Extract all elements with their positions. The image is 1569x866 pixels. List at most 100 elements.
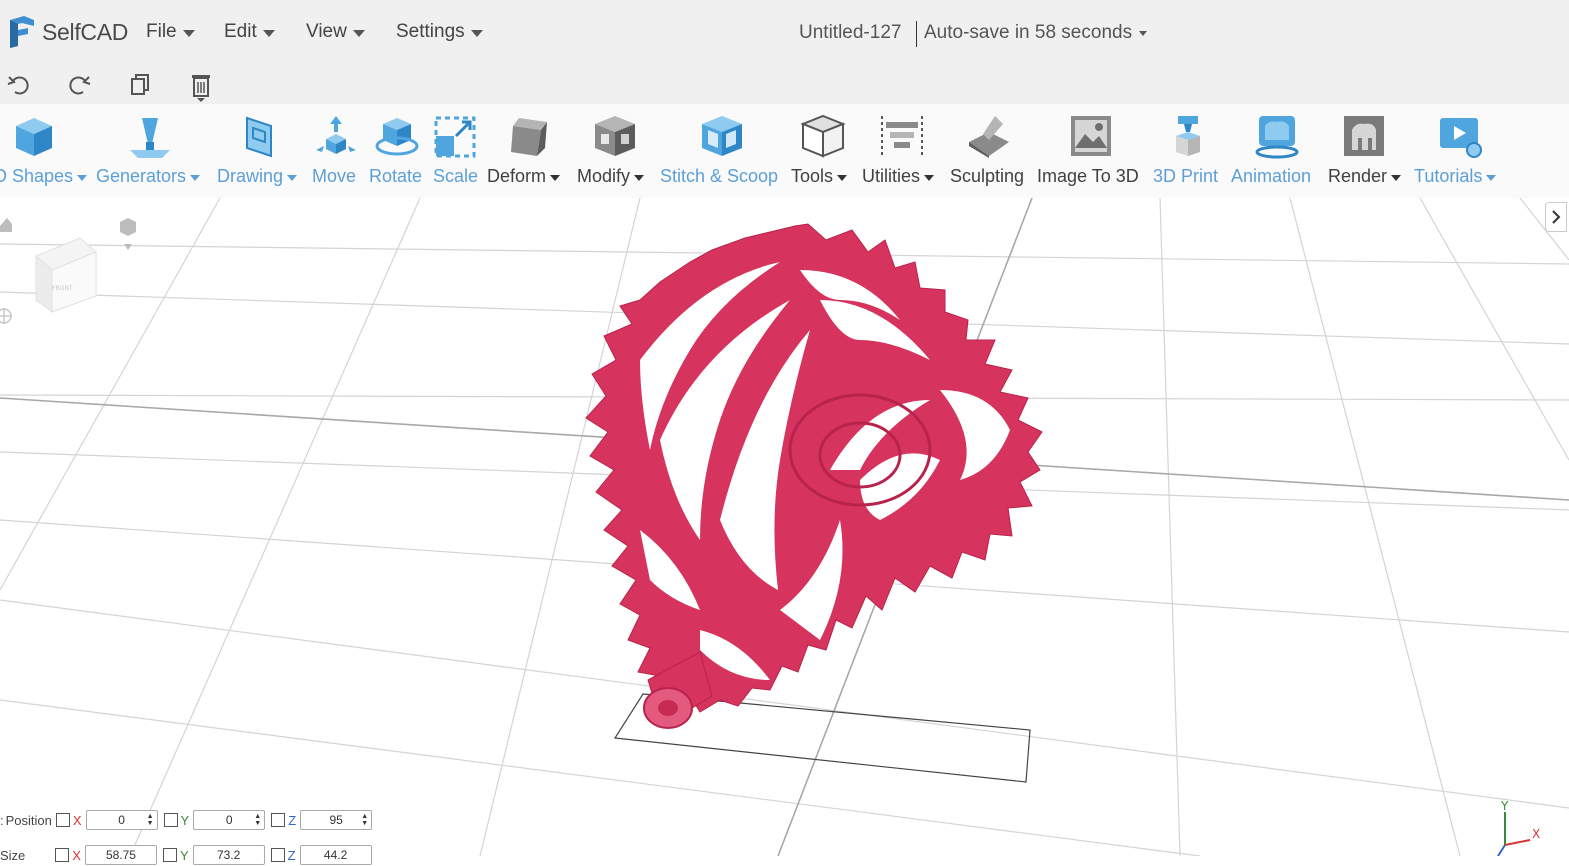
tool-stitch-scoop-label: Stitch & Scoop	[660, 166, 779, 186]
tool-tools-label: Tools	[791, 166, 834, 186]
menu-settings[interactable]: Settings	[396, 21, 483, 43]
size-x-input[interactable]: 58.75	[84, 845, 157, 865]
size-z-axis-label: Z	[287, 847, 296, 863]
3d-viewport[interactable]: FRONT Y X	[0, 198, 1569, 856]
tools-icon	[800, 114, 846, 158]
deform-icon	[511, 118, 547, 156]
axis-gizmo: Y X	[1497, 799, 1540, 856]
menu-file[interactable]: File	[146, 21, 195, 43]
tool-modify-label: Modify	[577, 166, 631, 186]
size-row: Size X 58.75 Y 73.2 Z 44.2	[0, 844, 378, 866]
app-name: SelfCAD	[42, 18, 129, 45]
caret-down-icon	[837, 174, 848, 181]
tool-deform-label: Deform	[487, 166, 547, 186]
size-z-value: 44.2	[323, 848, 348, 862]
position-x-input[interactable]: 0 ▲ ▼	[85, 810, 158, 830]
quick-actions-bar	[0, 64, 1569, 104]
tool-sculpting[interactable]: Sculpting	[950, 104, 1028, 198]
lock-size-x-checkbox[interactable]	[55, 848, 70, 862]
utilities-icon	[881, 116, 923, 156]
undo-icon[interactable]	[6, 72, 32, 98]
size-y-input[interactable]: 73.2	[192, 845, 265, 865]
lock-x-checkbox[interactable]	[55, 813, 70, 827]
printer-icon	[1176, 116, 1200, 156]
autosave-dropdown[interactable]: Auto-save in 58 seconds	[924, 22, 1148, 44]
lock-z-checkbox[interactable]	[271, 813, 286, 827]
sculpting-icon	[969, 116, 1009, 158]
tool-tutorials-label: Tutorials	[1414, 166, 1483, 186]
position-z-input[interactable]: 95 ▲ ▼	[300, 810, 373, 830]
menu-settings-label: Settings	[396, 21, 465, 42]
lock-size-z-checkbox[interactable]	[270, 848, 285, 862]
tool-move[interactable]: Move	[312, 104, 362, 198]
tool-drawing-label: Drawing	[217, 166, 284, 186]
tool-rotate-label: Rotate	[369, 166, 423, 186]
tool-rotate[interactable]: Rotate	[369, 104, 425, 198]
document-title[interactable]: Untitled-127	[799, 22, 901, 44]
image-to-3d-icon	[1071, 116, 1111, 156]
view-cube[interactable]: FRONT	[35, 237, 97, 313]
orbit-icon[interactable]	[0, 308, 12, 324]
tool-tools[interactable]: Tools	[791, 104, 853, 198]
stepper-icon[interactable]: ▲ ▼	[147, 813, 154, 827]
caret-down-icon	[924, 174, 935, 181]
menu-view[interactable]: View	[306, 21, 365, 43]
stepper-icon[interactable]: ▲ ▼	[361, 813, 368, 827]
menu-file-label: File	[146, 21, 177, 42]
tutorials-icon	[1440, 118, 1482, 158]
animation-icon	[1255, 116, 1299, 159]
size-z-input[interactable]: 44.2	[299, 845, 372, 865]
lock-size-y-checkbox[interactable]	[162, 848, 177, 862]
position-y-input[interactable]: 0 ▲ ▼	[193, 810, 266, 830]
tool-drawing[interactable]: Drawing	[217, 104, 305, 198]
stepper-icon[interactable]: ▲ ▼	[254, 813, 261, 827]
tool-sculpting-label: Sculpting	[950, 166, 1025, 186]
copy-icon[interactable]	[128, 72, 154, 98]
app-logo[interactable]: SelfCAD	[6, 14, 128, 50]
tool-3d-shapes[interactable]: D Shapes	[0, 104, 90, 198]
chevron-right-icon	[1552, 210, 1561, 224]
tool-image-to-3d[interactable]: Image To 3D	[1037, 104, 1145, 198]
lock-y-checkbox[interactable]	[163, 813, 178, 827]
tool-stitch-scoop[interactable]: Stitch & Scoop	[660, 104, 784, 198]
size-x-axis-label: X	[72, 847, 81, 863]
delete-icon[interactable]	[188, 72, 214, 104]
tool-utilities[interactable]: Utilities	[862, 104, 942, 198]
scene-canvas[interactable]: FRONT Y X	[0, 198, 1569, 856]
rotate-icon	[375, 118, 419, 156]
z-axis-label: Z	[288, 812, 297, 828]
tool-scale-label: Scale	[433, 166, 479, 186]
position-row: : Position X 0 ▲ ▼ Y 0 ▲ ▼ Z 95 ▲ ▼	[0, 809, 378, 831]
menu-bar: SelfCAD File Edit View Settings Untitled…	[0, 0, 1569, 64]
tool-3d-print[interactable]: 3D Print	[1153, 104, 1223, 198]
home-view-icon[interactable]	[0, 218, 12, 232]
render-icon	[1344, 116, 1384, 156]
caret-down-icon	[190, 174, 201, 181]
tool-utilities-label: Utilities	[862, 166, 921, 186]
modify-icon	[595, 116, 635, 156]
axis-y-label: Y	[1500, 799, 1509, 813]
menu-edit-label: Edit	[224, 21, 257, 42]
tool-scale[interactable]: Scale	[432, 104, 480, 198]
tool-deform[interactable]: Deform	[487, 104, 569, 198]
caret-down-icon	[182, 29, 195, 37]
tool-3d-shapes-label: D Shapes	[0, 166, 74, 186]
tool-render-label: Render	[1328, 166, 1388, 186]
menu-edit[interactable]: Edit	[224, 21, 275, 43]
drawing-icon	[246, 116, 272, 158]
cube-icon	[16, 118, 52, 156]
tool-modify[interactable]: Modify	[577, 104, 655, 198]
title-divider	[916, 21, 917, 47]
tool-tutorials[interactable]: Tutorials	[1414, 104, 1506, 198]
size-x-value: 58.75	[105, 848, 136, 862]
tool-generators[interactable]: Generators	[96, 104, 208, 198]
tool-animation[interactable]: Animation	[1231, 104, 1323, 198]
tool-generators-label: Generators	[96, 166, 187, 186]
caret-down-icon	[1391, 174, 1402, 181]
collapse-panel-button[interactable]	[1545, 202, 1567, 232]
redo-icon[interactable]	[66, 72, 92, 98]
x-axis-label: X	[72, 812, 82, 828]
move-icon	[316, 116, 356, 154]
position-z-value: 95	[329, 813, 343, 827]
tool-render[interactable]: Render	[1328, 104, 1408, 198]
